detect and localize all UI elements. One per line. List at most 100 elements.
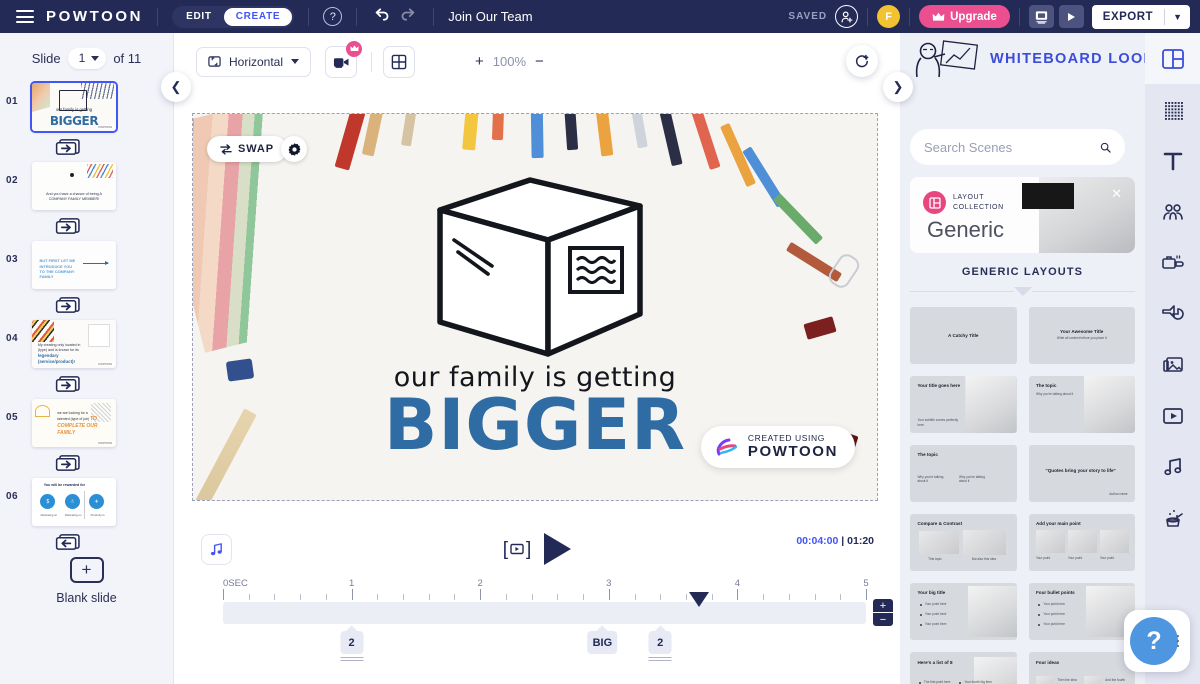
layout-card[interactable]: The topic Why you're talking about it Why … <box>910 445 1017 502</box>
rail-item-backgrounds[interactable] <box>1145 84 1200 135</box>
layout-card[interactable]: Four ideas Then the idea here And the four… <box>1028 652 1135 684</box>
slide-number: 01 <box>6 96 19 107</box>
slide-thumbnail-4[interactable]: My creating only located in (type) and i… <box>32 320 116 368</box>
layout-card[interactable]: Your big title Your point here Your point … <box>910 583 1017 640</box>
layout-card[interactable]: Here's a list of 8 The first point here Yo… <box>910 652 1017 684</box>
layout-card[interactable]: Compare & Contrast This topic But also thi… <box>910 514 1017 571</box>
powtoon-logo-icon <box>716 438 738 455</box>
zoom-out-button[interactable]: − <box>535 53 544 70</box>
search-input[interactable] <box>924 139 1100 155</box>
layout-card[interactable]: Add your main point Your point Your point Y… <box>1028 514 1135 571</box>
transition-slot[interactable] <box>26 216 110 235</box>
slide-row[interactable]: 04 My creating only located in (type) an… <box>0 320 173 368</box>
rail-item-images[interactable] <box>1145 339 1200 390</box>
transition-slide-icon <box>55 376 80 392</box>
play-icon[interactable] <box>1058 5 1084 28</box>
timeline-chip-lines <box>340 657 364 661</box>
help-button[interactable]: ? <box>1130 617 1178 665</box>
upgrade-button[interactable]: Upgrade <box>919 5 1010 28</box>
timeline-tick <box>685 594 687 600</box>
redo-arrow-icon[interactable] <box>397 7 419 26</box>
transition-slot[interactable] <box>26 453 110 472</box>
slide-row[interactable]: 02 And you have a chance of being A COMP… <box>0 162 173 210</box>
refresh-add-icon[interactable] <box>846 45 878 77</box>
timeline-chip[interactable]: 2 <box>648 631 672 663</box>
play-triangle-icon[interactable] <box>544 533 572 565</box>
collection-block-decoration <box>1022 183 1074 209</box>
swap-button[interactable]: SWAP <box>207 136 287 162</box>
slide-row[interactable]: 05 we are looking for a talented (type o… <box>0 399 173 447</box>
search-icon[interactable] <box>1100 139 1111 156</box>
rail-item-video[interactable] <box>1145 390 1200 441</box>
transition-slide-icon <box>55 139 80 155</box>
step-frame-icon[interactable]: [ ] <box>503 540 532 559</box>
layout-card-title: Your title goes here <box>917 382 960 388</box>
rail-item-shapes[interactable] <box>1145 288 1200 339</box>
avatar[interactable]: F <box>877 5 901 28</box>
slide-thumbnail-1[interactable]: our family is getting BIGGER POWTOON <box>30 81 118 133</box>
slide-thumbnail-6[interactable]: You will be rewarded for $ ☃ ✈ Relocatin… <box>32 478 116 526</box>
rail-item-music[interactable] <box>1145 441 1200 492</box>
slide-select[interactable]: 1 <box>67 47 107 69</box>
kebab-menu-icon[interactable] <box>1176 634 1179 648</box>
grid-layout-icon[interactable] <box>383 45 416 78</box>
rail-item-props[interactable] <box>1145 237 1200 288</box>
search-scenes[interactable] <box>910 129 1125 165</box>
slide-row[interactable]: 01 our family is getting BIGGER POWTOON <box>0 81 173 133</box>
add-blank-slide[interactable]: + Blank slide <box>0 557 173 605</box>
transition-slot[interactable] <box>26 137 110 156</box>
tab-edit[interactable]: EDIT <box>174 8 224 26</box>
project-title[interactable]: Join Our Team <box>448 9 532 24</box>
timeline-tick <box>788 594 790 600</box>
zoom-in-button[interactable]: + <box>475 53 484 70</box>
slide-row[interactable]: 03 BUT FIRST LET ME INTRODUCE YOU TO THE… <box>0 241 173 289</box>
rail-item-effects[interactable] <box>1145 492 1200 543</box>
timeline[interactable]: 0SEC 1 2 3 4 5 + − 2 BIG 2 <box>174 573 900 684</box>
timeline-zero-label: 0SEC <box>223 578 248 589</box>
undo-arrow-icon[interactable] <box>371 7 393 26</box>
rail-item-layouts[interactable] <box>1145 33 1200 84</box>
gear-icon[interactable] <box>281 136 307 162</box>
timeline-chip[interactable]: BIG <box>587 631 618 654</box>
layout-card-subtitle: Author name <box>1109 491 1128 496</box>
present-screen-icon[interactable] <box>1028 5 1054 28</box>
record-video-button[interactable] <box>325 40 363 78</box>
tab-create[interactable]: CREATE <box>223 7 293 26</box>
layout-card[interactable]: Your Awesome Title Write all content befo… <box>1028 307 1135 364</box>
slide-stage[interactable]: SWAP our family is getting BIGGER CREATE… <box>192 113 878 501</box>
transition-slot[interactable] <box>26 532 110 551</box>
timeline-chip[interactable]: 2 <box>340 631 364 663</box>
divider <box>308 7 310 26</box>
transition-slot[interactable] <box>26 295 110 314</box>
timeline-zoom-out[interactable]: − <box>873 613 893 626</box>
question-circle-icon[interactable]: ? <box>323 7 343 26</box>
timeline-track[interactable] <box>223 602 866 624</box>
next-panel-button[interactable]: ❯ <box>883 72 913 102</box>
rail-item-characters[interactable] <box>1145 186 1200 237</box>
add-user-icon[interactable] <box>835 5 859 28</box>
timeline-playhead[interactable] <box>688 592 709 607</box>
layout-card[interactable]: A Catchy Title <box>910 307 1017 364</box>
layout-card[interactable]: "Quotes bring your story to life" Author … <box>1028 445 1135 502</box>
layout-card[interactable]: The topic Why you're talking about it <box>1028 376 1135 433</box>
timeline-zoom-in[interactable]: + <box>873 599 893 612</box>
export-button[interactable]: EXPORT ▼ <box>1091 4 1190 29</box>
slide-thumbnail-5[interactable]: we are looking for a talented (type of j… <box>32 399 116 447</box>
swap-label: SWAP <box>238 143 274 155</box>
slide-thumbnail-2[interactable]: And you have a chance of being A COMPANY… <box>32 162 116 210</box>
prev-panel-button[interactable]: ❮ <box>161 72 191 102</box>
slide-row[interactable]: 06 You will be rewarded for $ ☃ ✈ Reloca… <box>0 478 173 526</box>
pen-decoration <box>530 114 544 159</box>
close-icon[interactable]: ✕ <box>1111 186 1122 202</box>
orientation-select[interactable]: Horizontal <box>196 46 312 77</box>
chevron-down-icon[interactable]: ▼ <box>1165 12 1190 22</box>
layout-card[interactable]: Your title goes here Your subtitle comes … <box>910 376 1017 433</box>
layout-collection-card[interactable]: LAYOUT COLLECTION Generic ✕ <box>910 177 1135 253</box>
plus-icon[interactable]: + <box>69 557 104 583</box>
hamburger-icon[interactable] <box>16 10 34 23</box>
transition-slot[interactable] <box>26 374 110 393</box>
layout-card[interactable]: Four bullet points Your point here Your po… <box>1028 583 1135 640</box>
upgrade-label: Upgrade <box>950 10 997 23</box>
rail-item-text[interactable] <box>1145 135 1200 186</box>
slide-thumbnail-3[interactable]: BUT FIRST LET ME INTRODUCE YOU TO THE CO… <box>32 241 116 289</box>
